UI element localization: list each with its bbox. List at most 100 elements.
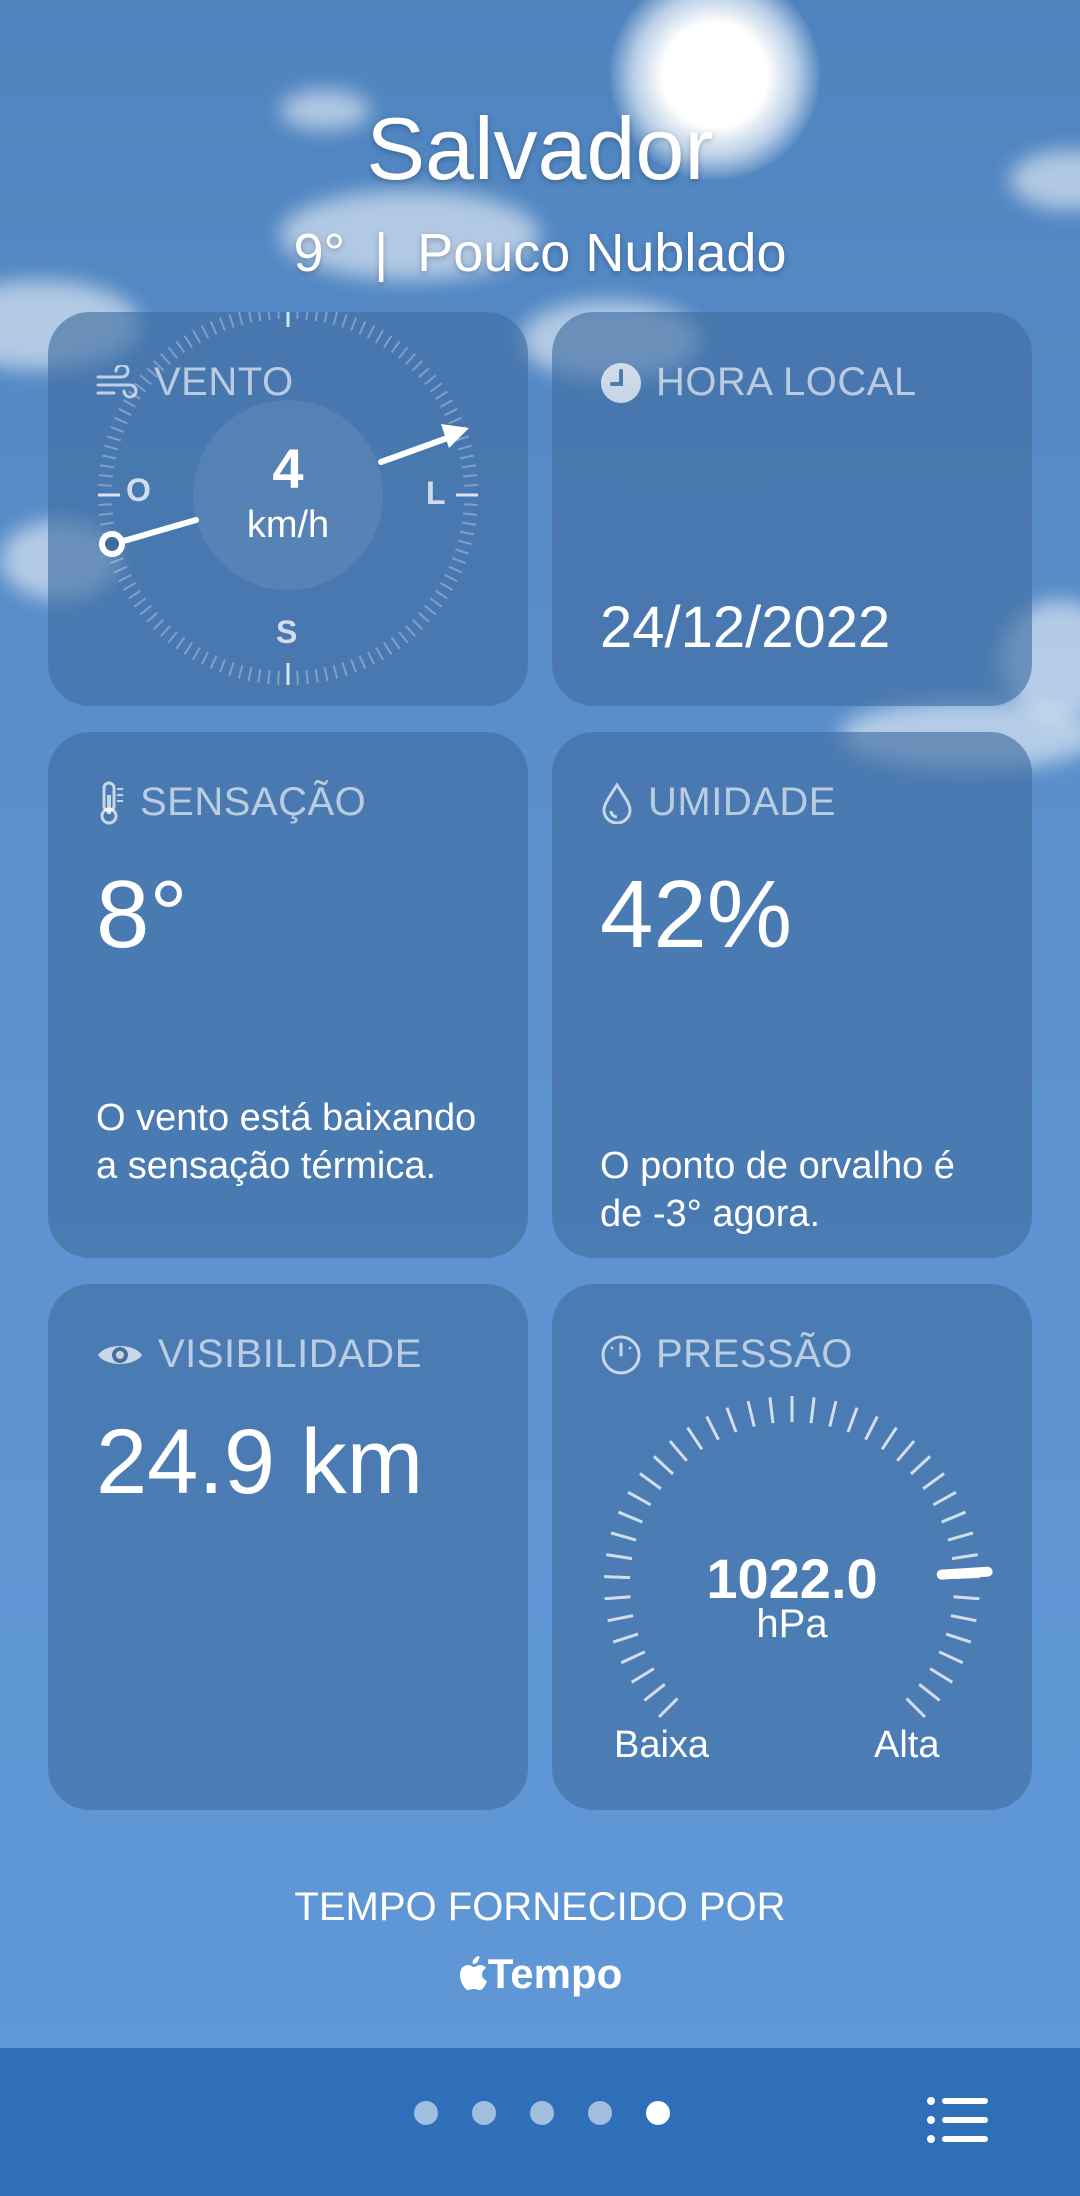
pressure-tick <box>929 1667 954 1684</box>
compass-tick <box>192 329 201 344</box>
compass-tick <box>457 444 472 451</box>
page-dot[interactable] <box>588 2101 612 2125</box>
pressure-tick <box>610 1531 637 1542</box>
compass-tick <box>332 664 339 679</box>
current-summary: 9° | Pouco Nublado <box>0 222 1080 284</box>
pressure-tick <box>620 1650 646 1665</box>
compass-tick <box>200 651 209 665</box>
compass-tick <box>267 669 271 685</box>
pressure-tick <box>617 1510 643 1524</box>
compass-tick <box>100 521 115 526</box>
compass-tick <box>314 668 319 683</box>
compass-tick <box>305 312 309 321</box>
page-indicator[interactable] <box>414 2101 670 2125</box>
pressure-tick <box>938 1650 964 1665</box>
compass-tick <box>114 416 128 425</box>
compass-tick <box>146 612 158 623</box>
feels-like-value: 8° <box>96 861 188 968</box>
page-dot[interactable] <box>530 2101 554 2125</box>
compass-tick <box>118 574 132 583</box>
local-time-card[interactable]: HORA LOCAL 24/12/2022 <box>552 312 1032 706</box>
compass-tick <box>277 670 280 685</box>
compass-tick <box>106 435 121 442</box>
pressure-tick <box>947 1531 974 1542</box>
page-dot-active[interactable] <box>646 2101 670 2125</box>
compass-tick <box>341 662 348 677</box>
compass-tick <box>122 582 137 591</box>
compass-tick <box>461 521 476 526</box>
pressure-tick <box>896 1440 916 1462</box>
compass-tick <box>405 353 416 365</box>
wind-card[interactable]: VENTO O L S 4 km/h <box>48 312 528 706</box>
compass-tick <box>267 312 271 321</box>
pressure-tick <box>668 1440 688 1462</box>
compass-tick <box>160 625 171 637</box>
pressure-tick <box>918 1683 941 1702</box>
page-dot[interactable] <box>414 2101 438 2125</box>
pressure-tick <box>652 1455 675 1476</box>
wind-needle-head <box>378 433 456 465</box>
compass-tick <box>358 321 367 335</box>
pressure-tick <box>880 1426 898 1451</box>
list-icon[interactable] <box>926 2096 990 2144</box>
wind-unit: km/h <box>246 504 330 546</box>
provider-brand[interactable]: Tempo <box>0 1950 1080 1998</box>
pressure-low-label: Baixa <box>614 1724 710 1766</box>
compass-tick <box>397 346 409 359</box>
compass-tick <box>98 512 114 516</box>
pressure-tick <box>922 1472 945 1490</box>
pressure-tick <box>828 1400 838 1427</box>
compass-tick <box>429 597 443 608</box>
compass-tick <box>459 530 475 536</box>
pressure-unit: hPa <box>756 1602 828 1646</box>
wind-dir-west: O <box>126 472 151 508</box>
compass-tick <box>350 658 358 673</box>
compass-tick <box>459 454 475 460</box>
summary-separator: | <box>374 223 389 283</box>
compass-tick <box>104 444 119 451</box>
humidity-value: 42% <box>600 861 793 968</box>
humidity-title: UMIDADE <box>648 780 836 824</box>
pressure-tick <box>658 1697 679 1718</box>
pressure-tick <box>686 1426 704 1451</box>
compass-tick <box>118 407 132 416</box>
compass-tick <box>390 636 401 650</box>
pressure-card[interactable]: PRESSÃO 1022.0 hPa Baixa Alta <box>552 1284 1032 1810</box>
compass-tick <box>152 359 165 372</box>
humidity-note: O ponto de orvalho é de -3° agora. <box>600 1145 955 1235</box>
compass-tick <box>424 374 437 386</box>
compass-tick <box>451 557 466 565</box>
compass-tick <box>463 503 478 506</box>
compass-tick <box>462 512 478 516</box>
compass-tick <box>314 312 318 322</box>
humidity-card[interactable]: UMIDADE 42% O ponto de orvalho é de -3° … <box>552 732 1032 1258</box>
droplet-icon <box>600 781 634 824</box>
feels-like-card[interactable]: SENSAÇÃO 8° O vento está baixando a sens… <box>48 732 528 1258</box>
visibility-card[interactable]: VISIBILIDADE 24.9 km <box>48 1284 528 1810</box>
wind-speed: 4 <box>272 437 304 500</box>
compass-tick <box>200 325 209 339</box>
compass-tick <box>160 353 171 365</box>
compass-tick <box>183 642 193 655</box>
pressure-tick <box>932 1490 957 1507</box>
compass-tick <box>122 399 137 408</box>
pressure-tick <box>725 1407 738 1433</box>
compass-tick <box>209 655 218 669</box>
local-date: 24/12/2022 <box>600 595 891 660</box>
compass-tick <box>457 539 472 546</box>
pressure-high-label: Alta <box>874 1724 940 1766</box>
compass-tick <box>133 597 147 608</box>
pressure-tick <box>809 1397 816 1424</box>
compass-tick <box>448 416 462 425</box>
compass-tick <box>444 407 458 416</box>
compass-tick <box>455 548 470 555</box>
compass-tick <box>411 359 424 372</box>
page-dot[interactable] <box>472 2101 496 2125</box>
compass-tick <box>444 574 458 583</box>
compass-tick <box>435 390 448 400</box>
wind-arrow-icon <box>441 424 469 448</box>
clock-icon <box>600 362 642 404</box>
compass-tick <box>296 670 299 685</box>
compass-tick <box>397 631 409 644</box>
pressure-tick <box>909 1455 932 1476</box>
